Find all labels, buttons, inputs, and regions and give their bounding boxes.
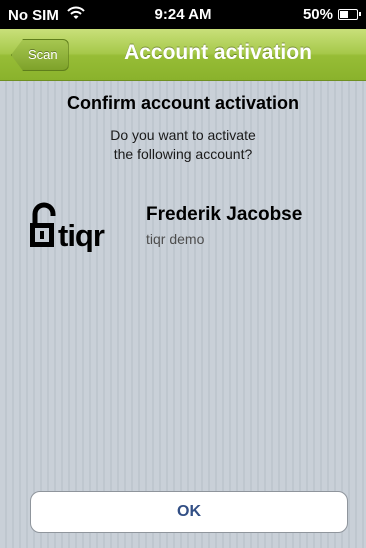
confirm-message: Do you want to activate the following ac… [60,126,306,164]
battery-charging-icon [338,9,361,20]
tiqr-logo: tiqr [30,202,106,252]
account-name: Frederik Jacobse [146,204,303,225]
status-bar: No SIM 9:24 AM 50% [0,0,366,29]
back-button-scan[interactable]: Scan [11,39,69,71]
account-row: tiqr Frederik Jacobse tiqr demo [28,198,348,258]
confirm-message-line2: the following account? [113,146,253,162]
confirm-message-line1: Do you want to activate [110,127,256,143]
status-right: 50% [302,6,361,23]
battery-percent: 50% [302,6,333,23]
confirm-heading: Confirm account activation [66,93,300,113]
account-issuer: tiqr demo [146,231,205,247]
padlock-open-icon [30,202,56,247]
account-activation-screen: No SIM 9:24 AM 50% Scan Account activati… [0,0,366,548]
ok-button[interactable]: OK [30,491,348,533]
battery-level-fill [340,11,348,18]
navigation-bar: Scan Account activation [0,29,366,81]
nav-title: Account activation [124,41,312,64]
tiqr-logo-text: tiqr [58,218,105,252]
